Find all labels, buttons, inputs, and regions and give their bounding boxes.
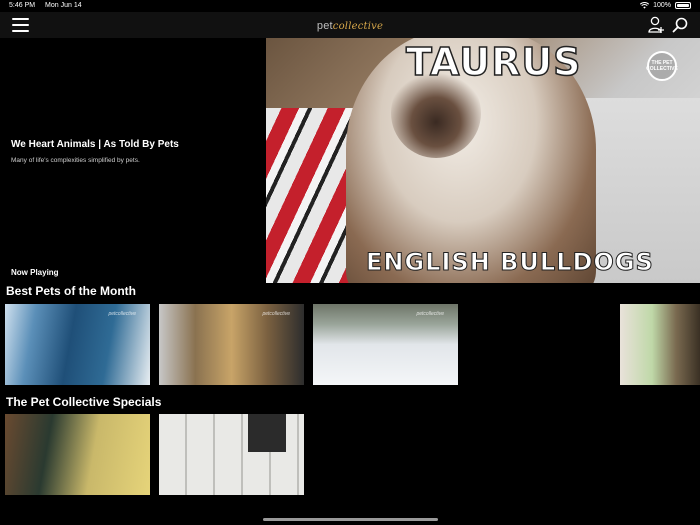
- wifi-icon: [640, 2, 650, 9]
- thumbnail-watermark: petcollective: [262, 311, 290, 317]
- hero-description: Many of life's complexities simplified b…: [11, 157, 140, 164]
- battery-icon: [675, 2, 691, 9]
- app-logo: petcollective: [0, 20, 700, 32]
- hero-info: We Heart Animals | As Told By Pets Many …: [11, 139, 251, 164]
- video-thumbnail[interactable]: [159, 414, 304, 495]
- row-title-specials: The Pet Collective Specials: [6, 395, 162, 409]
- status-time: 5:46 PM: [9, 2, 36, 9]
- now-playing-label: Now Playing: [11, 268, 59, 277]
- video-watermark-badge: THE PET COLLECTIVE: [646, 51, 678, 81]
- top-navbar: petcollective: [0, 12, 700, 38]
- video-player[interactable]: TAURUS ENGLISH BULLDOGS THE PET COLLECTI…: [266, 38, 700, 283]
- hero-section: We Heart Animals | As Told By Pets Many …: [0, 38, 700, 283]
- home-indicator[interactable]: [263, 518, 438, 521]
- status-bar: 5:46 PM Mon Jun 14 100%: [0, 0, 700, 12]
- video-thumbnail[interactable]: petcollective: [313, 304, 458, 385]
- video-thumbnail[interactable]: petcollective: [159, 304, 304, 385]
- video-thumbnail[interactable]: [620, 304, 700, 385]
- status-date: Mon Jun 14: [45, 2, 82, 9]
- video-thumbnail[interactable]: [5, 414, 150, 495]
- battery-percent: 100%: [653, 2, 671, 9]
- logo-pet: pet: [316, 20, 333, 32]
- search-icon[interactable]: [672, 17, 688, 33]
- video-thumbnail[interactable]: petcollective: [5, 304, 150, 385]
- video-overlay-subtitle: ENGLISH BULLDOGS: [366, 248, 654, 277]
- row-title-best-pets: Best Pets of the Month: [6, 284, 137, 298]
- hero-title: We Heart Animals | As Told By Pets: [11, 139, 179, 150]
- logo-collective: collective: [332, 21, 384, 32]
- video-overlay-title: TAURUS: [405, 39, 582, 85]
- add-user-icon[interactable]: [648, 16, 664, 34]
- thumbnail-watermark: petcollective: [108, 311, 136, 317]
- thumbnail-watermark: petcollective: [416, 311, 444, 317]
